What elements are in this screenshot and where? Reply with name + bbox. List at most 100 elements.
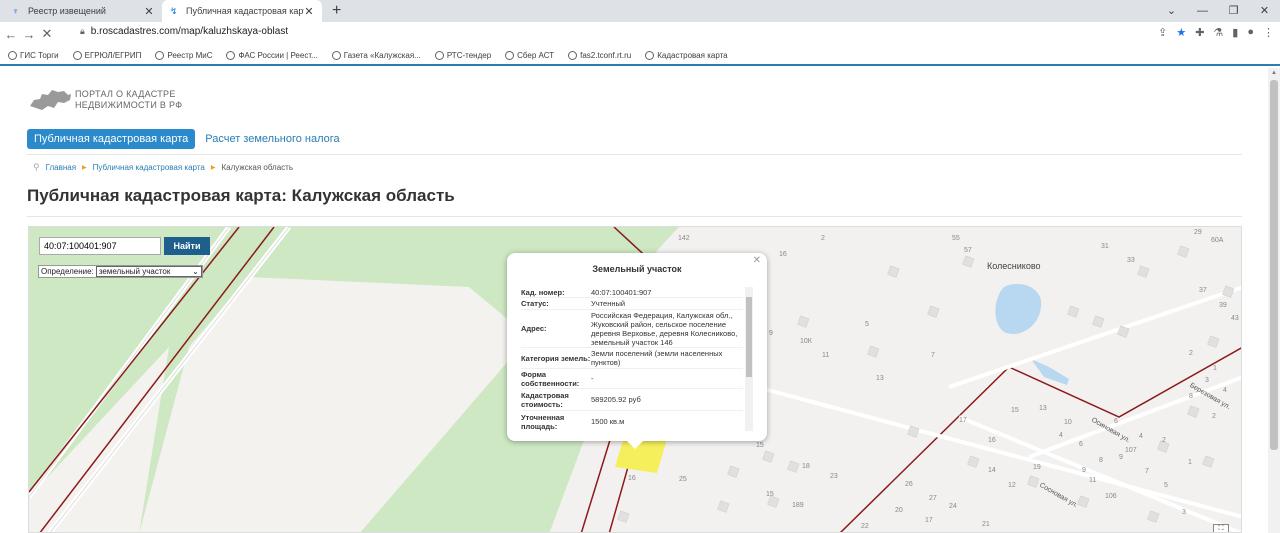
cadastral-number-input[interactable] (39, 237, 161, 255)
search-button[interactable]: Найти (164, 237, 210, 255)
cadastral-search: Найти (39, 237, 210, 255)
parcel-number: 2 (1162, 437, 1166, 444)
globe-icon (155, 50, 165, 60)
definition-selector: Определение: земельный участок ⌄ (38, 265, 203, 278)
parcel-number: 5 (1164, 482, 1168, 489)
scroll-thumb[interactable] (1270, 80, 1278, 450)
attribute-row: Категория земель: Земли поселений (земли … (521, 348, 743, 369)
breadcrumb-home[interactable]: Главная (46, 163, 76, 172)
bookmark-item[interactable]: Газета «Калужская... (331, 50, 421, 60)
site-logo[interactable]: ПОРТАЛ О КАДАСТРЕ НЕДВИЖИМОСТИ В РФ (28, 86, 182, 114)
bookmark-item[interactable]: fas2.tconf.rt.ru (568, 50, 632, 60)
menu-icon[interactable]: ⋮ (1263, 26, 1274, 39)
chevron-down-icon: ⌄ (192, 267, 199, 276)
bookmark-item[interactable]: РТС-тендер (434, 50, 491, 60)
bookmark-item[interactable]: Реестр МиС (155, 50, 212, 60)
attribute-value: 40:07:100401:907 (591, 287, 652, 297)
bookmark-label: Кадастровая карта (657, 50, 728, 60)
share-icon[interactable]: ⇪ (1158, 26, 1167, 39)
map-icon: ↯ (170, 6, 178, 16)
parcel-number: 9 (769, 330, 773, 337)
parcel-number: 23 (830, 473, 838, 480)
tab-cadastral-map[interactable]: ↯ Публичная кадастровая карта: К ✕ (162, 0, 322, 22)
forward-icon[interactable]: → (22, 27, 36, 42)
russia-map-icon (30, 90, 71, 110)
attribute-value: - (591, 374, 594, 383)
scroll-up-icon[interactable]: ▲ (1271, 70, 1277, 76)
parcel-number: 16 (779, 251, 787, 258)
url-field[interactable]: 🔒︎ b.roscadastres.com/map/kaluzhskaya-ob… (80, 26, 288, 37)
parcel-number: 33 (1127, 257, 1135, 264)
parcel-number: 8 (1189, 393, 1193, 400)
bookmark-star-icon[interactable]: ★ (1176, 26, 1186, 39)
restore-button[interactable]: ❐ (1218, 0, 1249, 22)
parcel-number: 24 (949, 503, 957, 510)
logo-line: НЕДВИЖИМОСТИ В РФ (75, 100, 183, 110)
sidepanel-icon[interactable]: ▮ (1232, 26, 1238, 39)
parcel-number: 12 (1008, 482, 1016, 489)
extensions-icon[interactable]: ✚ (1195, 26, 1204, 39)
page: ПОРТАЛ О КАДАСТРЕ НЕДВИЖИМОСТИ В РФ Публ… (0, 68, 1268, 533)
parcel-number: 16 (628, 475, 636, 482)
arrow-icon: ▶ (82, 165, 87, 171)
popup-scrollbar[interactable] (745, 287, 753, 431)
scroll-thumb[interactable] (746, 297, 752, 377)
parcel-number: 22 (861, 523, 869, 530)
parcel-number: 7 (931, 352, 935, 359)
parcel-number: 2 (1189, 350, 1193, 357)
breadcrumb: ⚲ Главная ▶ Публичная кадастровая карта … (33, 162, 293, 173)
parcel-number: 16 (988, 437, 996, 444)
close-window-button[interactable]: ✕ (1249, 0, 1280, 22)
parcel-number: 17 (959, 417, 967, 424)
parcel-number: 18 (802, 463, 810, 470)
eagle-icon: ♆ (12, 6, 19, 16)
tab-title: Реестр извещений (28, 6, 106, 16)
minimize-button[interactable]: — (1187, 0, 1218, 22)
page-scrollbar[interactable]: ▲ (1268, 68, 1280, 533)
back-icon[interactable]: ← (4, 27, 18, 42)
parcel-number: 60А (1211, 237, 1224, 244)
menu-item-land-tax[interactable]: Расчет земельного налога (205, 133, 339, 145)
parcel-number: 13 (876, 375, 884, 382)
breadcrumb-map[interactable]: Публичная кадастровая карта (93, 163, 205, 172)
attribute-row: Уточненная площадь: 1500 кв.м (521, 411, 743, 431)
arrow-icon: ▶ (210, 165, 216, 171)
bookmark-item[interactable]: ГИС Торги (8, 50, 59, 60)
tab-registry[interactable]: ♆ Реестр извещений ✕ (4, 0, 162, 22)
attribute-row: Статус: Учтенный (521, 298, 743, 310)
fullscreen-icon[interactable]: ⛶ (1213, 524, 1229, 532)
rts-icon (434, 50, 444, 60)
parcel-number: 5 (865, 321, 869, 328)
bookmark-label: fas2.tconf.rt.ru (580, 50, 632, 60)
profile-icon[interactable]: ● (1247, 26, 1254, 39)
parcel-number: 3 (1182, 509, 1186, 516)
tab-search-icon[interactable]: ⌄ (1156, 0, 1187, 22)
lab-icon[interactable]: ⚗ (1213, 26, 1223, 39)
close-tab-icon[interactable]: ✕ (304, 5, 314, 18)
parcel-number: 9 (1119, 454, 1123, 461)
address-bar: ← → ✕ 🔒︎ b.roscadastres.com/map/kaluzhsk… (0, 22, 1280, 46)
parcel-number: 21 (982, 521, 990, 528)
bookmark-item[interactable]: ФАС России | Реест... (226, 50, 318, 60)
eagle-icon (226, 50, 236, 60)
bookmark-label: Газета «Калужская... (343, 50, 421, 60)
menu-item-cadastral-map[interactable]: Публичная кадастровая карта (27, 129, 196, 149)
parcel-number: 106 (1105, 493, 1117, 500)
parcel-number: 4 (1139, 433, 1143, 440)
close-tab-icon[interactable]: ✕ (144, 5, 154, 18)
parcel-number: 43 (1231, 315, 1239, 322)
newspaper-icon (331, 50, 341, 60)
new-tab-button[interactable]: + (332, 2, 341, 20)
bookmark-item[interactable]: Кадастровая карта (645, 50, 728, 60)
parcel-number: 3 (1205, 377, 1209, 384)
parcel-number: 13 (1039, 405, 1047, 412)
parcel-number: 11 (822, 352, 830, 359)
cadastral-map[interactable]: Найти Определение: земельный участок ⌄ Ко… (28, 226, 1242, 533)
bookmarks-bar: ГИС Торги ЕГРЮЛ/ЕГРИП Реестр МиС ФАС Рос… (0, 46, 1280, 66)
bookmark-item[interactable]: Сбер АСТ (505, 50, 554, 60)
definition-select[interactable]: земельный участок ⌄ (95, 266, 202, 277)
lock-icon: 🔒︎ (80, 26, 85, 36)
attribute-key: Адрес: (521, 324, 547, 333)
stop-icon[interactable]: ✕ (40, 26, 54, 42)
bookmark-item[interactable]: ЕГРЮЛ/ЕГРИП (72, 50, 141, 60)
